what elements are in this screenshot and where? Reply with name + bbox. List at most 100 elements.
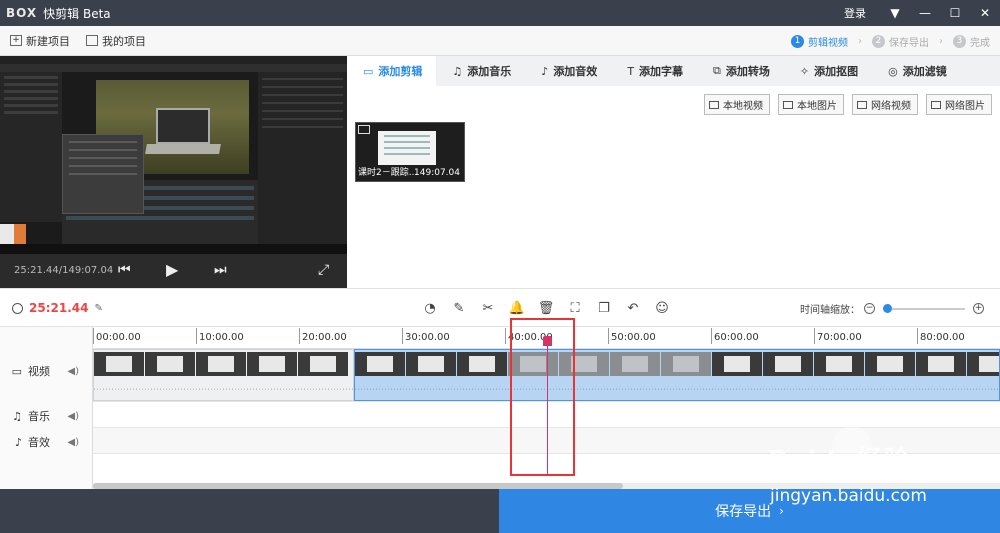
edit-pen-icon[interactable]: ✎ (449, 298, 469, 318)
text-icon: T (627, 64, 635, 78)
tab-add-subtitle[interactable]: T 添加字幕 (611, 56, 697, 86)
tab-label: 添加抠图 (814, 65, 859, 78)
edit-time-icon[interactable]: ✎ (94, 303, 102, 314)
track-header-music: ♫ 音乐 ◀) (0, 408, 93, 424)
sticker-icon[interactable]: ☺ (652, 298, 672, 318)
frame-content (208, 356, 234, 372)
media-panel: ▭ 添加剪辑 ♫ 添加音乐 ♪ 添加音效 T 添加字幕 ⧉ 添加转场 ✧ 添加抠… (347, 56, 1000, 288)
step-number: 2 (872, 34, 885, 48)
frame-content (877, 356, 903, 372)
highlight-box (510, 318, 575, 476)
source-label: 网络图片 (945, 101, 985, 112)
prev-frame-icon[interactable]: ⏮ (118, 262, 131, 278)
zoom-slider-knob[interactable] (883, 303, 892, 313)
audio-waveform (94, 388, 353, 390)
clip-title: 课时2－跟踪... (358, 168, 418, 178)
step-number: 1 (791, 34, 804, 48)
frame-content (826, 356, 852, 372)
frame-content (367, 356, 393, 372)
menu-dropdown-icon[interactable]: ▼ (880, 0, 910, 26)
web-video-button[interactable]: 网络视频 (852, 94, 918, 115)
ruler-tick-label: 20:00.00 (299, 328, 347, 344)
zoom-slider[interactable] (883, 303, 965, 313)
clip-duration: 149:07.04 (414, 168, 460, 178)
video-clip[interactable] (93, 349, 354, 401)
preview-menubar (0, 64, 347, 72)
tab-label: 添加音乐 (467, 65, 512, 78)
my-projects-button[interactable]: 我的项目 (86, 33, 146, 49)
volume-icon[interactable]: ◀) (67, 411, 79, 422)
music-icon: ♫ (12, 409, 22, 423)
ruler-tick-label: 70:00.00 (814, 328, 862, 344)
step-chevron-icon: › (939, 35, 943, 47)
track-label: 音效 (28, 436, 50, 449)
new-project-button[interactable]: + 新建项目 (10, 33, 70, 49)
progress-steps: 1 剪辑视频 › 2 保存导出 › 3 完成 (791, 26, 990, 56)
track-headers: ▭ 视频 ◀) ♫ 音乐 ◀) ♪ 音效 ◀) (0, 327, 93, 490)
video-icon (857, 100, 867, 109)
source-label: 本地视频 (723, 101, 763, 112)
preview-project-pane (0, 72, 62, 222)
clip-frame-thumbnail (712, 352, 762, 376)
clip-frame-thumbnail (916, 352, 966, 376)
zoom-out-icon[interactable]: − (864, 303, 875, 314)
scissors-icon[interactable]: ✂ (478, 298, 498, 318)
bell-icon[interactable]: 🔔 (507, 298, 527, 318)
frame-content (259, 356, 285, 372)
tab-add-cutout[interactable]: ✧ 添加抠图 (784, 56, 872, 86)
close-icon[interactable]: ✕ (970, 0, 1000, 26)
preview-effects-pane (258, 72, 347, 262)
media-clip-thumbnail[interactable]: 课时2－跟踪... 149:07.04 (355, 122, 465, 182)
preview-panel: 25:21.44/149:07.04 ⏮ ▶ ⏭ ⤢ (0, 56, 347, 310)
clip-frames (355, 352, 999, 376)
zoom-in-icon[interactable]: + (973, 303, 984, 314)
maximize-icon[interactable]: ☐ (940, 0, 970, 26)
video-clip-selected[interactable] (354, 349, 1000, 401)
current-time-display: 25:21.44 ✎ (12, 301, 103, 315)
tab-add-transition[interactable]: ⧉ 添加转场 (697, 56, 784, 86)
tab-add-filter[interactable]: ◎ 添加滤镜 (872, 56, 961, 86)
clip-frame-thumbnail (196, 352, 246, 376)
tab-add-clip[interactable]: ▭ 添加剪辑 (347, 56, 437, 86)
frame-content (418, 356, 444, 372)
volume-icon[interactable]: ◀) (67, 437, 79, 448)
login-link[interactable]: 登录 (844, 5, 866, 21)
trash-icon[interactable]: 🗑 (536, 298, 556, 318)
next-frame-icon[interactable]: ⏭ (214, 262, 227, 278)
web-image-button[interactable]: 网络图片 (926, 94, 992, 115)
edit-tools: ◔ ✎ ✂ 🔔 🗑 ⛶ ❐ ↶ ☺ (420, 298, 681, 318)
clip-frame-thumbnail (94, 352, 144, 376)
preview-dialog (62, 134, 144, 214)
minimize-icon[interactable]: — (910, 0, 940, 26)
frame-content (673, 356, 699, 372)
frame-content (310, 356, 336, 372)
undo-icon[interactable]: ↶ (623, 298, 643, 318)
zoom-label: 时间轴缩放： (800, 305, 860, 316)
copy-icon[interactable]: ❐ (594, 298, 614, 318)
clip-thumbnail-image (378, 131, 436, 165)
clip-frame-thumbnail (610, 352, 660, 376)
step-label: 完成 (970, 37, 990, 49)
speed-icon[interactable]: ◔ (420, 298, 440, 318)
frame-content (724, 356, 750, 372)
local-video-button[interactable]: 本地视频 (704, 94, 770, 115)
frame-content (622, 356, 648, 372)
sound-effect-icon: ♪ (541, 64, 549, 78)
tab-add-sound-effect[interactable]: ♪ 添加音效 (525, 56, 611, 86)
local-image-button[interactable]: 本地图片 (778, 94, 844, 115)
app-title: 快剪辑 Beta (43, 6, 111, 21)
clip-frame-thumbnail (406, 352, 456, 376)
fullscreen-icon[interactable]: ⤢ (318, 262, 329, 278)
volume-icon[interactable]: ◀) (67, 366, 79, 377)
crop-icon[interactable]: ⛶ (565, 298, 585, 318)
logo-mark: BOX (6, 6, 38, 20)
play-icon[interactable]: ▶ (166, 260, 178, 279)
clip-frame-thumbnail (145, 352, 195, 376)
tab-add-music[interactable]: ♫ 添加音乐 (436, 56, 525, 86)
tab-label: 添加转场 (725, 65, 770, 78)
tab-label: 添加字幕 (639, 65, 684, 78)
image-icon (783, 100, 793, 109)
ruler-tick-label: 30:00.00 (402, 328, 450, 344)
image-icon (931, 100, 941, 109)
watermark-logo: Baidu经验 (768, 446, 911, 476)
